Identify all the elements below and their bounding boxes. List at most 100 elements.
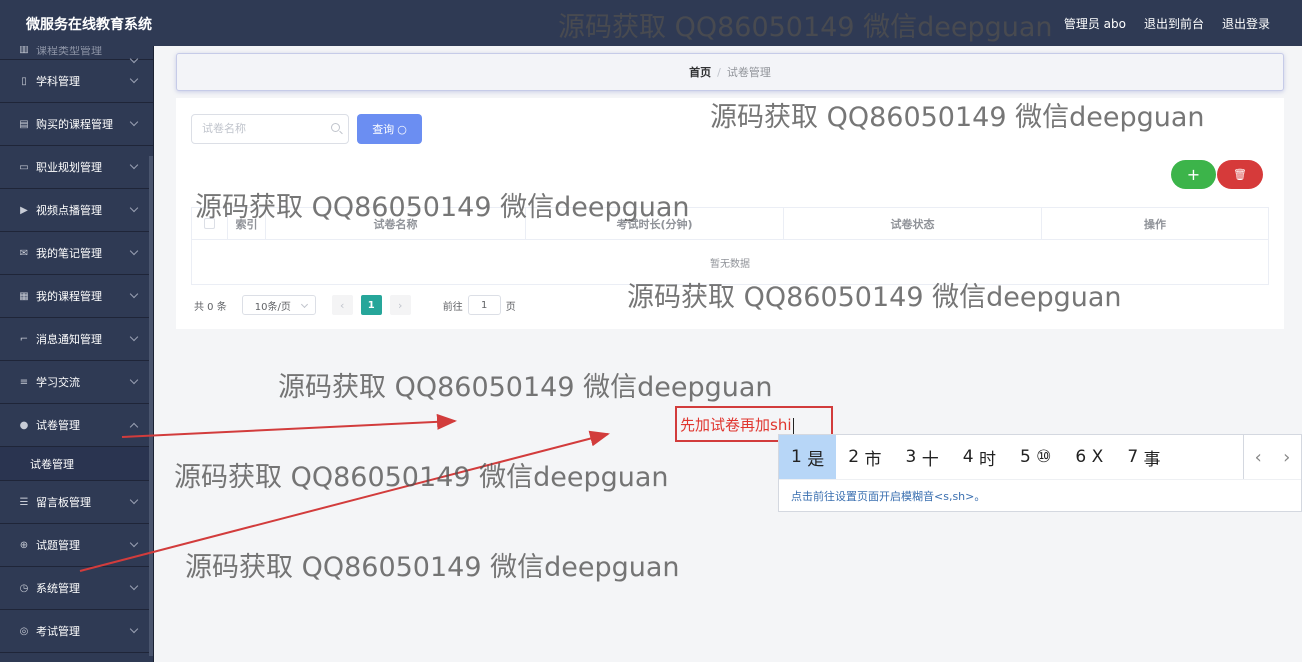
- current-user: 管理员 abo: [1063, 17, 1126, 31]
- sidebar-item-label: 职业规划管理: [36, 161, 102, 174]
- chevron-down-icon: [129, 495, 139, 505]
- logout-link[interactable]: 退出登录: [1222, 15, 1270, 32]
- chevron-down-icon: [129, 624, 139, 634]
- monitor-icon: ▭: [19, 161, 29, 173]
- next-page-button[interactable]: ›: [389, 295, 411, 315]
- sidebar-item-label: 学科管理: [36, 75, 80, 88]
- sidebar-item-label: 系统管理: [36, 582, 80, 595]
- sidebar-item-video[interactable]: ▶ 视频点播管理: [0, 189, 153, 232]
- chevron-down-icon: [129, 203, 139, 213]
- ime-candidate-number: 2: [848, 447, 860, 467]
- annotation-arrow: [121, 413, 457, 438]
- chevron-down-icon: [129, 332, 139, 342]
- delete-button[interactable]: 🗑: [1217, 160, 1263, 189]
- search-field[interactable]: [191, 114, 349, 144]
- watermark: 源码获取 QQ86050149 微信deepguan: [185, 552, 680, 583]
- ime-candidate[interactable]: 4 时: [951, 435, 1008, 479]
- sidebar-item-label: 购买的课程管理: [36, 118, 113, 131]
- page-number-current[interactable]: 1: [360, 295, 382, 315]
- query-button[interactable]: 查询 ○: [357, 114, 422, 144]
- pagination: 共 0 条 10条/页 ‹ 1 › 前往 1 页: [194, 294, 516, 316]
- column-header-duration: 考试时长(分钟): [526, 208, 784, 239]
- sidebar-item-label: 试卷管理: [36, 419, 80, 432]
- header-links: 管理员 abo 退出到前台 退出登录: [1064, 15, 1270, 32]
- ime-candidate[interactable]: 3 十: [893, 435, 950, 479]
- sliders-icon: ≡: [19, 376, 29, 388]
- ime-candidate-text: 是: [807, 449, 825, 470]
- sidebar-item-purchased-courses[interactable]: ▤ 购买的课程管理: [0, 103, 153, 146]
- clock-icon: ◷: [19, 582, 29, 594]
- goto-page-input[interactable]: 1: [467, 295, 501, 315]
- sidebar-item-career-plan[interactable]: ▭ 职业规划管理: [0, 146, 153, 189]
- chevron-down-icon: [129, 246, 139, 256]
- mail-icon: ✉: [19, 247, 29, 259]
- sidebar-item-system[interactable]: ◷ 系统管理: [0, 567, 153, 610]
- ime-candidate[interactable]: 1 是: [779, 435, 837, 479]
- chevron-down-icon: [129, 538, 139, 548]
- ime-candidate[interactable]: 2 市: [836, 435, 893, 479]
- table-header: 索引 试卷名称 考试时长(分钟) 试卷状态 操作: [192, 208, 1268, 240]
- sidebar-subitem-exam-paper[interactable]: 试卷管理: [0, 447, 153, 481]
- sidebar-item-study-exchange[interactable]: ≡ 学习交流: [0, 361, 153, 404]
- sidebar-item-label: 我的课程管理: [36, 290, 102, 303]
- list-icon: ☰: [19, 496, 29, 508]
- chevron-down-icon: [129, 160, 139, 170]
- search-icon: ○: [397, 122, 407, 136]
- ime-candidate-number: 3: [905, 447, 917, 467]
- back-to-front-link[interactable]: 退出到前台: [1144, 15, 1204, 32]
- app-title: 微服务在线教育系统: [26, 17, 152, 33]
- subject-icon: ▯: [21, 75, 27, 87]
- breadcrumb-home[interactable]: 首页: [689, 64, 711, 80]
- sidebar-item-message-board[interactable]: ☰ 留言板管理: [0, 481, 153, 524]
- add-button[interactable]: +: [1171, 160, 1216, 189]
- sidebar-item-label: 视频点播管理: [36, 204, 102, 217]
- clipboard-icon: ▤: [19, 118, 29, 130]
- sidebar-item-label: 我的笔记管理: [36, 247, 102, 260]
- watermark: 源码获取 QQ86050149 微信deepguan: [174, 462, 669, 493]
- exam-paper-table: 索引 试卷名称 考试时长(分钟) 试卷状态 操作 暂无数据: [191, 207, 1269, 285]
- sidebar-item-notes[interactable]: ✉ 我的笔记管理: [0, 232, 153, 275]
- ime-hint[interactable]: 点击前往设置页面开启模糊音<s,sh>。: [779, 479, 1301, 512]
- ime-candidate-text: X: [1091, 447, 1104, 467]
- trash-icon: 🗑: [1233, 168, 1247, 181]
- annotation-text[interactable]: 先加试卷再加shi: [680, 414, 794, 435]
- sidebar-item-my-courses[interactable]: ▦ 我的课程管理: [0, 275, 153, 318]
- sidebar: ▥ 课程类型管理 ▯ 学科管理 ▤ 购买的课程管理 ▭ 职业规划管理 ▶ 视频点…: [0, 46, 154, 662]
- sidebar-item-label: 试题管理: [36, 539, 80, 552]
- chevron-up-icon: [129, 422, 139, 432]
- crop-icon: ⌐: [19, 333, 29, 345]
- sidebar-item-course-type[interactable]: ▥ 课程类型管理: [0, 46, 153, 64]
- ime-prev-icon[interactable]: ‹: [1255, 447, 1262, 468]
- search-input[interactable]: [192, 115, 322, 143]
- chevron-down-icon: [129, 117, 139, 127]
- sidebar-item-notifications[interactable]: ⌐ 消息通知管理: [0, 318, 153, 361]
- ime-candidate-number: 4: [962, 447, 974, 467]
- prev-page-button[interactable]: ‹: [331, 295, 353, 315]
- top-header: 微服务在线教育系统 管理员 abo 退出到前台 退出登录: [0, 0, 1302, 46]
- target-icon: ⊕: [19, 539, 29, 551]
- ime-candidate-window: 1 是 2 市 3 十 4 时 5 ⑩ 6 X 7 事 ‹ › 点击前往设置页面…: [778, 434, 1302, 512]
- sidebar-scrollbar[interactable]: [149, 156, 153, 656]
- sidebar-item-exam[interactable]: ◎ 考试管理: [0, 610, 153, 653]
- chevron-down-icon: [129, 375, 139, 385]
- watermark: 源码获取 QQ86050149 微信deepguan: [278, 372, 773, 403]
- ime-candidate-text: ⑩: [1036, 447, 1052, 467]
- plus-icon: +: [1186, 165, 1201, 184]
- sidebar-item-subject[interactable]: ▯ 学科管理: [0, 60, 153, 103]
- ime-candidate[interactable]: 5 ⑩: [1008, 435, 1063, 479]
- ime-candidate-text: 市: [864, 449, 882, 470]
- sidebar-item-exam-paper[interactable]: ● 试卷管理: [0, 404, 153, 447]
- ime-candidate-text: 事: [1143, 449, 1161, 470]
- ime-candidate[interactable]: 6 X: [1063, 435, 1115, 479]
- user-icon: ●: [19, 419, 29, 431]
- ime-next-icon[interactable]: ›: [1283, 447, 1290, 468]
- page-suffix: 页: [505, 301, 516, 313]
- select-all-checkbox[interactable]: [204, 218, 215, 229]
- breadcrumb-current: 试卷管理: [726, 66, 771, 79]
- page-size-select[interactable]: 10条/页: [241, 295, 316, 315]
- column-header-name: 试卷名称: [266, 208, 526, 239]
- select-all-cell: [192, 208, 228, 239]
- annotation-arrow: [79, 430, 610, 572]
- ime-candidate[interactable]: 7 事: [1115, 435, 1172, 479]
- sidebar-item-questions[interactable]: ⊕ 试题管理: [0, 524, 153, 567]
